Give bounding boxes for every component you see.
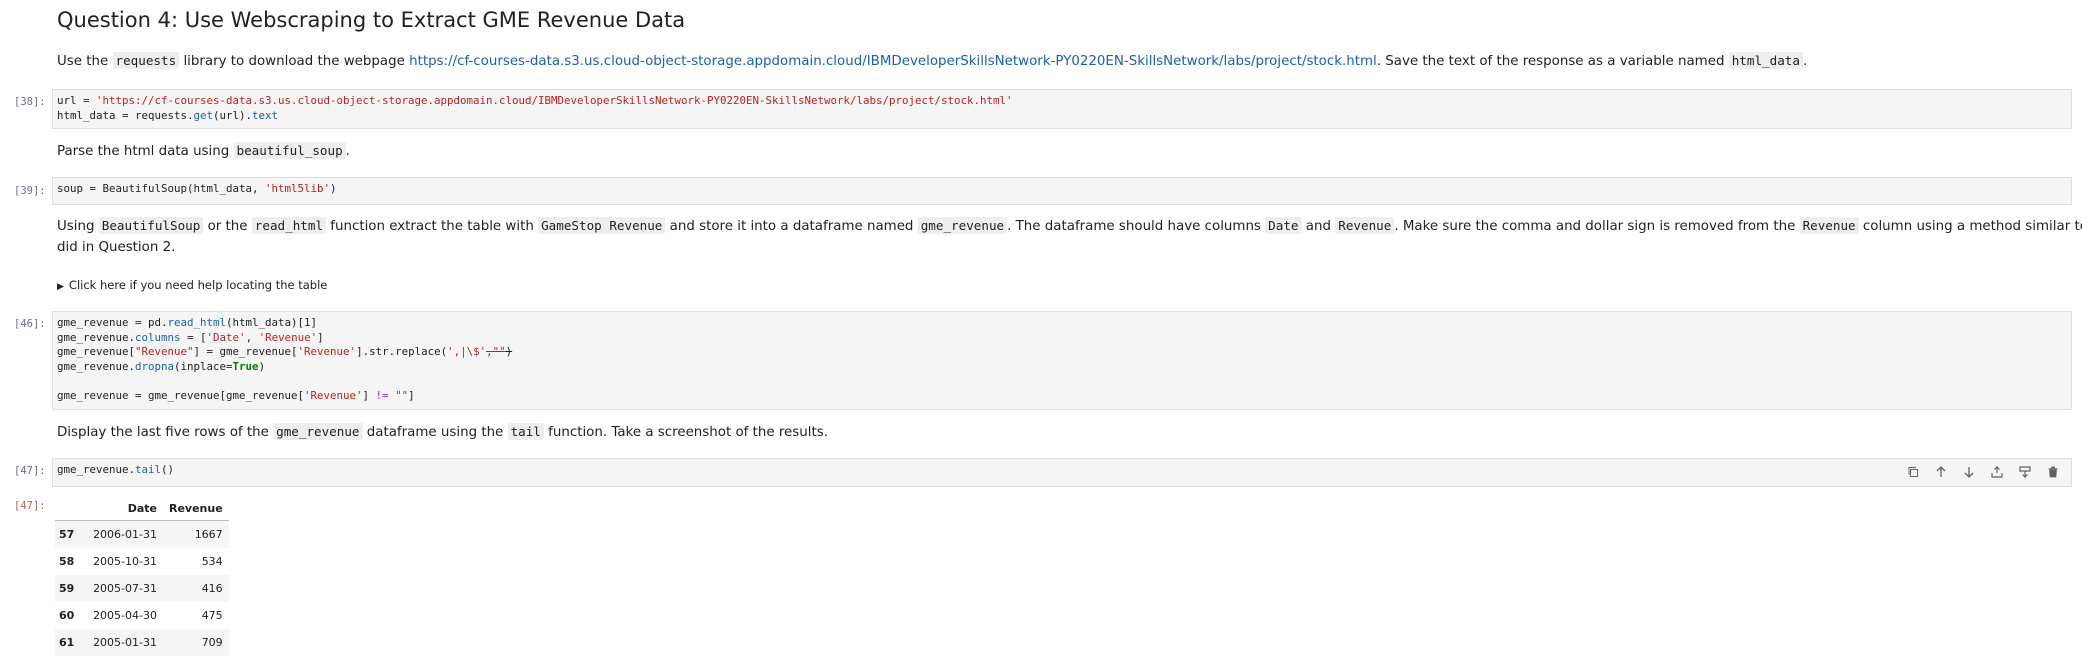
- text: library to download the webpage: [179, 54, 410, 69]
- revenue-cell: 475: [201, 609, 223, 622]
- code-cell-38[interactable]: url = 'https://cf-courses-data.s3.us.clo…: [52, 89, 2072, 129]
- table-header-row: Date Revenue: [55, 496, 229, 521]
- code-line: html_data = requests.get(url).text: [57, 108, 279, 122]
- inline-code: html_data: [1728, 52, 1803, 69]
- cell-toolbar: [1905, 464, 2061, 480]
- input-prompt: [46]:: [14, 318, 46, 330]
- code-cell-47[interactable]: gme_revenue.tail(): [52, 458, 2072, 487]
- row-index: 60: [59, 609, 75, 622]
- insert-above-icon[interactable]: [1989, 464, 2005, 480]
- date-cell: 2005-07-31: [93, 582, 157, 595]
- table-row: 57 2006-01-31 1667: [55, 520, 229, 548]
- date-cell: 2005-10-31: [93, 555, 157, 568]
- inline-code: requests: [112, 52, 180, 69]
- insert-below-icon[interactable]: [2017, 464, 2033, 480]
- revenue-cell: 709: [201, 636, 223, 649]
- revenue-cell: 416: [201, 582, 223, 595]
- input-prompt: [47]:: [14, 465, 46, 477]
- code-cell-39[interactable]: soup = BeautifulSoup(html_data, 'html5li…: [52, 177, 2072, 205]
- copy-icon[interactable]: [1905, 464, 1921, 480]
- code-line: gme_revenue["Revenue"] = gme_revenue['Re…: [57, 345, 513, 358]
- arrow-up-icon[interactable]: [1933, 464, 1949, 480]
- help-details-toggle[interactable]: ▶ Click here if you need help locating th…: [57, 278, 327, 292]
- details-summary: Click here if you need help locating the…: [68, 278, 328, 292]
- table-row: 61 2005-01-31 709: [55, 629, 229, 656]
- code-line: soup = BeautifulSoup(html_data, 'html5li…: [57, 182, 337, 195]
- input-prompt: [38]:: [14, 96, 46, 108]
- text: .: [1802, 54, 1808, 69]
- row-index: 59: [59, 582, 75, 595]
- table-row: 58 2005-10-31 534: [55, 548, 229, 575]
- date-cell: 2006-01-31: [93, 528, 157, 541]
- markdown-instructions-download: Use the requests library to download the…: [57, 50, 1807, 73]
- table-row: 60 2005-04-30 475: [55, 602, 229, 629]
- row-index: 58: [59, 555, 75, 568]
- column-header-revenue: Revenue: [163, 496, 229, 521]
- code-line: url = 'https://cf-courses-data.s3.us.clo…: [57, 94, 1013, 107]
- code-line: gme_revenue = gme_revenue[gme_revenue['R…: [57, 388, 415, 402]
- input-prompt: [39]:: [14, 185, 46, 197]
- date-cell: 2005-01-31: [93, 636, 157, 649]
- caret-right-icon: ▶: [57, 282, 64, 292]
- dataframe-output-table: Date Revenue 57 2006-01-31 1667 58 2005-…: [55, 496, 229, 656]
- code-line: gme_revenue.dropna(inplace=True): [57, 359, 266, 373]
- row-index: 57: [59, 528, 75, 541]
- code-line: gme_revenue = pd.read_html(html_data)[1]: [57, 316, 318, 329]
- code-line: gme_revenue.tail(): [57, 463, 175, 476]
- revenue-cell: 534: [201, 555, 223, 568]
- row-index: 61: [59, 636, 75, 649]
- inline-code: beautiful_soup: [233, 142, 346, 159]
- section-heading: Question 4: Use Webscraping to Extract G…: [57, 8, 686, 32]
- code-line: gme_revenue.columns = ['Date', 'Revenue'…: [57, 330, 324, 344]
- stock-page-link[interactable]: https://cf-courses-data.s3.us.cloud-obje…: [409, 54, 1377, 69]
- delete-icon[interactable]: [2045, 464, 2061, 480]
- text: Use the: [57, 54, 113, 69]
- markdown-instructions-parse: Parse the html data using beautiful_soup…: [57, 142, 350, 159]
- text: . Save the text of the response as a var…: [1376, 54, 1729, 69]
- markdown-instructions-extract: Using BeautifulSoup or the read_html fun…: [57, 217, 2082, 234]
- markdown-instructions-display: Display the last five rows of the gme_re…: [57, 423, 828, 440]
- date-cell: 2005-04-30: [93, 609, 157, 622]
- index-header: [55, 496, 85, 521]
- table-row: 59 2005-07-31 416: [55, 575, 229, 602]
- markdown-instructions-extract-line2: did in Question 2.: [57, 240, 176, 255]
- code-cell-46[interactable]: gme_revenue = pd.read_html(html_data)[1]…: [52, 311, 2072, 410]
- arrow-down-icon[interactable]: [1961, 464, 1977, 480]
- output-prompt: [47]:: [14, 500, 46, 512]
- revenue-cell: 1667: [194, 528, 223, 541]
- column-header-date: Date: [85, 496, 163, 521]
